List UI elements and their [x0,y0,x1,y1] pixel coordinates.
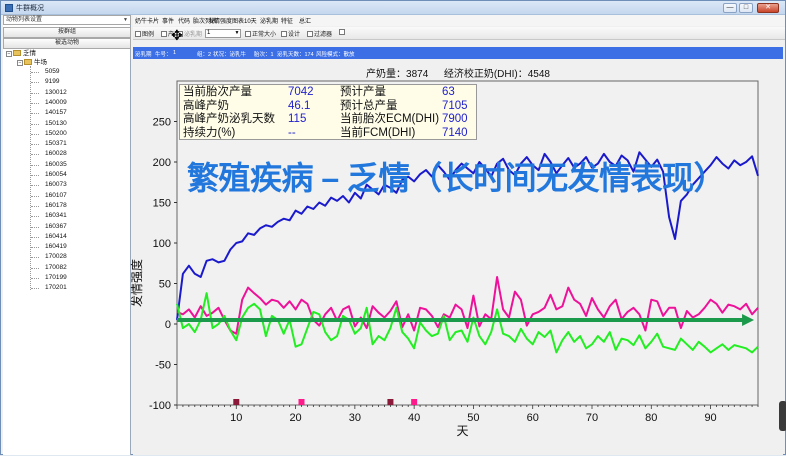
x-tick-label-5: 60 [527,412,539,424]
event-marker-0 [233,399,240,405]
y-tick-label-4: 100 [153,238,171,250]
kpi-value: 7140 [442,126,468,139]
kpi-value: 7042 [288,86,314,98]
kpi-value: 7900 [442,113,468,125]
y-tick-label-1: -50 [155,360,171,372]
kpi-label: 当前FCM(DHI) [340,126,416,139]
event-marker-1 [298,399,305,405]
kpi-value: 46.1 [288,99,311,112]
x-tick-label-4: 50 [467,412,479,424]
event-marker-2 [387,399,394,405]
x-tick-label-1: 20 [289,412,301,424]
event-marker-3 [411,399,418,405]
x-tick-label-2: 30 [349,412,361,424]
x-axis-label: 天 [456,424,468,438]
y-tick-label-6: 200 [153,157,171,169]
kpi-label: 当前胎次ECM(DHI) [340,113,440,125]
diagnosis-headline: 繁殖疾病 – 乏情（长时间无发情表现） [187,160,726,196]
y-tick-label-0: -100 [149,400,171,412]
app-window: 牛群概况 — □ ✕ 动物列表设置 ▼ 按群组 被选动物 − 乏情 − 牛场 505… [0,0,786,455]
kpi-value: -- [288,126,296,139]
kpi-value: 115 [288,113,307,125]
x-tick-label-3: 40 [408,412,420,424]
x-tick-label-8: 90 [704,412,716,424]
kpi-label: 高峰产奶 [183,99,229,112]
kpi-panel: 当前胎次产量 7042 预计产量 63 高峰产奶 46.1 预计总产量 7105 高峰产奶泌乳天… [179,84,477,140]
y-tick-label-2: 0 [165,319,171,331]
x-tick-label-0: 10 [230,412,242,424]
kpi-label: 持续力(%) [183,126,236,139]
y-tick-label-7: 250 [153,117,171,129]
x-tick-label-7: 80 [645,412,657,424]
heat-intensity-chart: -100 -50 0 50 100 150 200 250 10 20 30 40 50 60 70 80 90… [129,80,759,438]
kpi-label: 高峰产奶泌乳天数 [183,113,275,125]
kpi-label: 当前胎次产量 [183,86,252,98]
x-tick-label-6: 70 [586,412,598,424]
kpi-value: 7105 [442,99,468,112]
kpi-label: 预计总产量 [340,99,398,112]
kpi-label: 预计产量 [340,86,386,98]
y-axis-label: 发情强度 [129,259,144,307]
kpi-value: 63 [442,86,455,98]
y-tick-label-3: 50 [159,279,171,291]
y-tick-label-5: 150 [153,198,171,210]
scroll-handle[interactable] [779,401,786,431]
